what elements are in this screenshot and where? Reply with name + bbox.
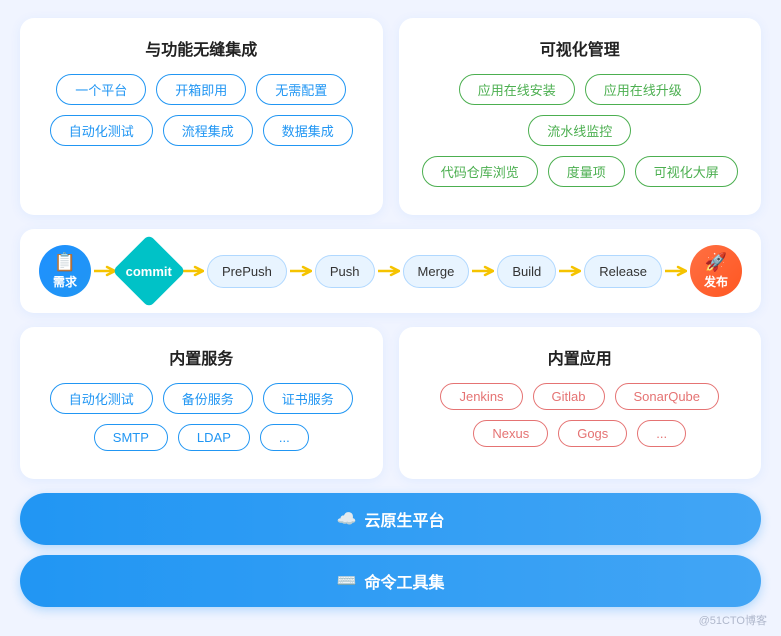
integration-title: 与功能无缝集成	[40, 36, 363, 60]
tag-pipeline-monitor: 流水线监控	[528, 115, 631, 146]
cloud-platform-button[interactable]: ☁️ 云原生平台	[20, 493, 761, 545]
visualization-tags-row2: 代码仓库浏览 度量项 可视化大屏	[419, 156, 742, 187]
step-push: Push	[315, 255, 375, 288]
tag-more-svc: ...	[260, 424, 309, 451]
tag-ldap: LDAP	[178, 424, 250, 451]
tag-platform: 一个平台	[56, 74, 146, 105]
tag-gitlab: Gitlab	[533, 383, 605, 410]
tag-app-upgrade: 应用在线升级	[585, 74, 701, 105]
tag-out-of-box: 开箱即用	[156, 74, 246, 105]
tag-auto-test-svc: 自动化测试	[50, 383, 153, 414]
visualization-title: 可视化管理	[419, 36, 742, 60]
visualization-box: 可视化管理 应用在线安装 应用在线升级 流水线监控 代码仓库浏览 度量项 可视化…	[399, 18, 762, 215]
integration-tags-row2: 自动化测试 流程集成 数据集成	[40, 115, 363, 146]
cli-label: 命令工具集	[364, 569, 444, 593]
tag-backup-svc: 备份服务	[163, 383, 253, 414]
arrow-4	[375, 263, 403, 279]
tag-auto-test: 自动化测试	[50, 115, 153, 146]
tag-no-config: 无需配置	[256, 74, 346, 105]
services-tags-row2: SMTP LDAP ...	[40, 424, 363, 451]
top-row: 与功能无缝集成 一个平台 开箱即用 无需配置 自动化测试 流程集成 数据集成 可…	[20, 18, 761, 215]
step-publish: 🚀 发布	[690, 245, 742, 297]
tag-nexus: Nexus	[473, 420, 548, 447]
tag-sonarqube: SonarQube	[615, 383, 720, 410]
tag-metrics: 度量项	[548, 156, 625, 187]
apps-tags-row1: Jenkins Gitlab SonarQube	[419, 383, 742, 410]
step-merge: Merge	[403, 255, 470, 288]
visualization-tags-row1: 应用在线安装 应用在线升级 流水线监控	[419, 74, 742, 146]
tag-smtp: SMTP	[94, 424, 168, 451]
cli-icon: ⌨️	[337, 571, 357, 591]
arrow-3	[287, 263, 315, 279]
tag-visual-screen: 可视化大屏	[635, 156, 738, 187]
builtin-services-title: 内置服务	[40, 345, 363, 369]
builtin-services-box: 内置服务 自动化测试 备份服务 证书服务 SMTP LDAP ...	[20, 327, 383, 479]
builtin-apps-box: 内置应用 Jenkins Gitlab SonarQube Nexus Gogs…	[399, 327, 762, 479]
cli-button[interactable]: ⌨️ 命令工具集	[20, 555, 761, 607]
tag-more-apps: ...	[637, 420, 686, 447]
tag-flow: 流程集成	[163, 115, 253, 146]
step-build: Build	[497, 255, 556, 288]
cloud-icon: ☁️	[337, 509, 357, 529]
arrow-6	[556, 263, 584, 279]
arrow-7	[662, 263, 690, 279]
tag-data-integration: 数据集成	[263, 115, 353, 146]
watermark: @51CTO博客	[699, 612, 767, 628]
step-release: Release	[584, 255, 662, 288]
step-commit: commit	[119, 245, 179, 297]
integration-box: 与功能无缝集成 一个平台 开箱即用 无需配置 自动化测试 流程集成 数据集成	[20, 18, 383, 215]
tag-jenkins: Jenkins	[440, 383, 522, 410]
tag-gogs: Gogs	[558, 420, 627, 447]
apps-tags-row2: Nexus Gogs ...	[419, 420, 742, 447]
tag-code-repo: 代码仓库浏览	[422, 156, 538, 187]
tag-app-install: 应用在线安装	[459, 74, 575, 105]
arrow-5	[469, 263, 497, 279]
bottom-row: 内置服务 自动化测试 备份服务 证书服务 SMTP LDAP ... 内置应用 …	[20, 327, 761, 479]
tag-cert-svc: 证书服务	[263, 383, 353, 414]
pipeline-row: 📋 需求 commit PrePush Push Merge Build Rel…	[20, 229, 761, 313]
step-prepush: PrePush	[207, 255, 287, 288]
step-needs: 📋 需求	[39, 245, 91, 297]
services-tags-row1: 自动化测试 备份服务 证书服务	[40, 383, 363, 414]
cloud-platform-label: 云原生平台	[364, 507, 444, 531]
integration-tags-row1: 一个平台 开箱即用 无需配置	[40, 74, 363, 105]
builtin-apps-title: 内置应用	[419, 345, 742, 369]
